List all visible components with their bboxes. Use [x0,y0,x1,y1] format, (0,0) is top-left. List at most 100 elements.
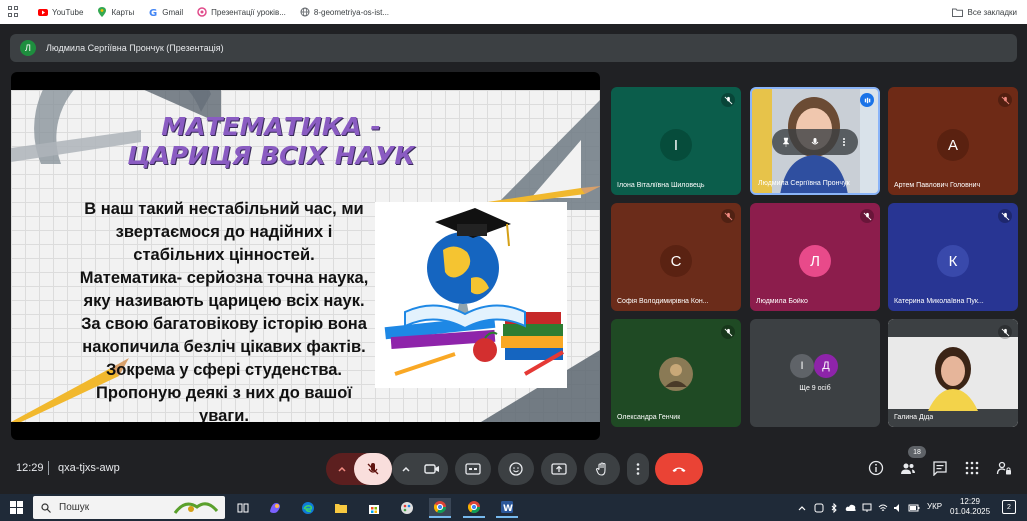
participant-tile-speaking[interactable]: Людмила Сергіївна Прончук [750,87,880,195]
language-indicator[interactable]: УКР [927,502,942,511]
participant-tile[interactable]: А Артем Павлович Головнич [888,87,1018,195]
muted-mic-icon [998,209,1012,223]
participant-name: Артем Павлович Головнич [894,182,981,189]
chevron-up-icon [338,466,346,472]
participant-tile[interactable]: С Софія Володимирівна Кон... [611,203,741,311]
slide-body-line: За свою багатовікову історію вона [81,315,367,333]
reactions-button[interactable] [498,453,534,485]
participant-avatar: С [660,245,692,277]
tray-app-icon[interactable] [814,503,824,513]
more-participants-label: Ще 9 осіб [799,385,831,392]
copilot-icon[interactable] [264,498,286,518]
more-participants-tile[interactable]: І Д Ще 9 осіб [750,319,880,427]
slide-body-line: В наш такий нестабільний час, ми [84,200,364,218]
meeting-info-button[interactable] [866,458,886,478]
participant-name: Людмила Бойко [756,298,808,305]
word-icon[interactable]: W [496,498,518,518]
participant-tile[interactable]: Л Людмила Бойко [750,203,880,311]
search-icon [41,502,51,513]
muted-mic-icon [860,209,874,223]
mic-icon[interactable] [810,137,820,147]
bookmark-label: 8-geometriya-os-ist... [313,7,390,17]
windows-start-icon[interactable] [10,501,23,514]
apps-grid-icon[interactable] [8,6,20,18]
present-screen-button[interactable] [541,453,577,485]
file-explorer-icon[interactable] [330,498,352,518]
meeting-time: 12:29 [16,462,44,474]
bluetooth-icon[interactable] [829,503,839,513]
apps-grid-icon [965,461,979,475]
chat-icon [933,461,947,476]
more-vert-icon[interactable] [839,137,849,147]
cloud-icon[interactable] [845,503,857,513]
clock[interactable]: 12:29 01.04.2025 [950,497,990,517]
presentation-slide: МАТЕМАТИКА - ЦАРИЦЯ ВСІХ НАУК В наш таки… [11,90,600,422]
captions-button[interactable] [455,453,491,485]
more-options-button[interactable] [627,453,649,485]
volume-icon[interactable] [893,503,903,513]
taskbar-search[interactable]: Пошук [33,496,225,519]
all-bookmarks[interactable]: Все закладки [951,0,1017,24]
end-call-icon [672,467,686,472]
pin-icon[interactable] [781,137,791,147]
taskbar: Пошук W УКР 12:29 01.04.2025 2 [0,494,1027,521]
paint-app-icon[interactable] [396,498,418,518]
meeting-code[interactable]: qxa-tjxs-awp [58,462,120,474]
battery-icon[interactable] [908,503,920,513]
chat-button[interactable] [930,458,950,478]
chrome-icon[interactable] [463,498,485,518]
chevron-up-icon[interactable] [797,503,807,513]
mic-toggle-button[interactable] [354,453,392,485]
bookmark-presentations[interactable]: Презентації уроків... [197,7,286,17]
present-screen-icon [551,463,567,475]
mic-options-button[interactable] [326,453,392,485]
maps-pin-icon [98,7,107,17]
globe-books-illustration [384,208,565,376]
participant-tile[interactable]: К Катерина Миколаївна Пук... [888,203,1018,311]
slide-body-text: В наш такий нестабільний час, ми звертає… [59,198,389,422]
edge-icon[interactable] [297,498,319,518]
display-icon[interactable] [862,503,872,513]
notifications-badge[interactable]: 2 [1002,500,1016,514]
host-controls-button[interactable] [994,458,1014,478]
activities-button[interactable] [962,458,982,478]
bookmark-maps[interactable]: Карты [97,7,134,17]
video-camera-icon[interactable] [424,461,440,477]
bookmark-gmail[interactable]: G Gmail [148,7,183,18]
muted-mic-icon [998,93,1012,107]
emoji-icon [509,462,523,476]
muted-mic-icon [998,325,1012,339]
chevron-up-icon [402,466,410,472]
bookmark-label: YouTube [52,7,84,17]
participant-name: Софія Володимирівна Кон... [617,298,709,305]
all-bookmarks-label: Все закладки [967,7,1017,17]
slide-body-line: уваги. [199,407,249,422]
slide-body-line: стабільних цінностей. [133,246,315,264]
raise-hand-button[interactable] [584,453,620,485]
svg-text:G: G [149,8,157,17]
participant-tile[interactable]: Галина Діда [888,319,1018,427]
leave-call-button[interactable] [655,453,703,485]
wifi-icon[interactable] [878,503,888,513]
bookmark-geometry[interactable]: 8-geometriya-os-ist... [300,7,389,17]
bookmark-youtube[interactable]: YouTube [38,7,83,17]
people-button[interactable] [898,458,918,478]
slide-body-line: Пропоную деякі з них до вашої [96,384,352,402]
participant-tile[interactable]: Олександра Генчик [611,319,741,427]
store-icon[interactable] [363,498,385,518]
participant-tile[interactable]: І Ілона Віталіївна Шиловець [611,87,741,195]
chrome-icon[interactable] [429,498,451,518]
slide-title: МАТЕМАТИКА - ЦАРИЦЯ ВСІХ НАУК [111,112,431,170]
presentation-stage[interactable]: МАТЕМАТИКА - ЦАРИЦЯ ВСІХ НАУК В наш таки… [11,72,600,440]
slide-body-line: Зокрема у сфері студенства. [105,361,343,379]
education-illustration [375,202,567,388]
participant-name: Ілона Віталіївна Шиловець [617,182,705,189]
camera-options-button[interactable] [392,453,448,485]
task-view-icon[interactable] [232,498,254,518]
bookmark-label: Карты [111,7,135,17]
slide-body-line: яку називають царицею всіх наук. [83,292,365,310]
participant-name: Олександра Генчик [617,414,681,421]
mic-off-icon [367,463,379,475]
closed-captions-icon [465,463,481,475]
slide-body-line: накопичила безліч цікавих фактів. [82,338,366,356]
